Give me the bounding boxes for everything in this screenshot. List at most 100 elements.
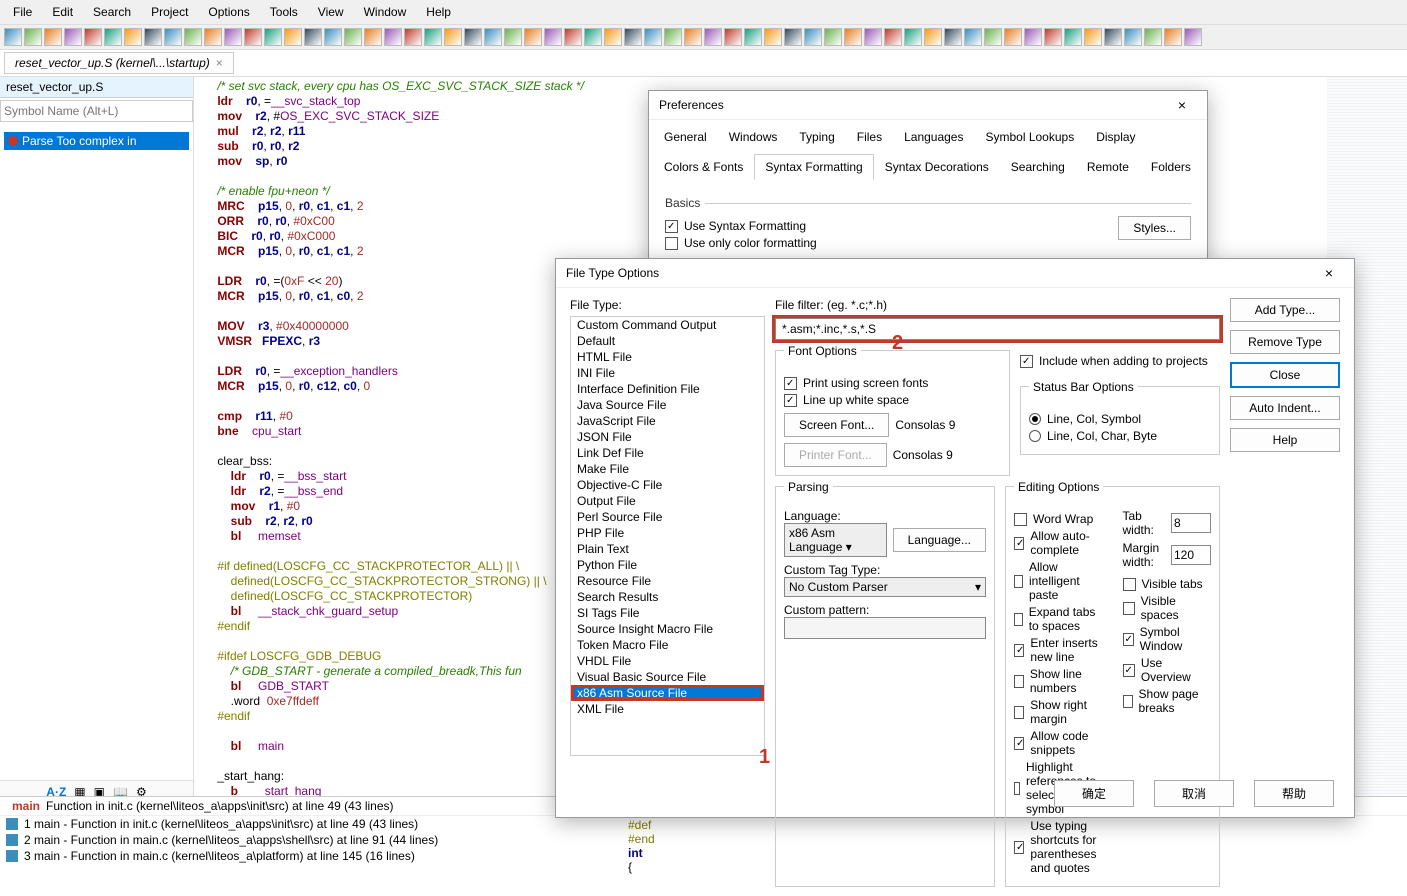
toolbar-icon[interactable] [344, 28, 362, 46]
status-radio-1[interactable] [1029, 413, 1041, 425]
toolbar-icon[interactable] [864, 28, 882, 46]
toolbar-icon[interactable] [824, 28, 842, 46]
toolbar-icon[interactable] [904, 28, 922, 46]
toolbar-icon[interactable] [704, 28, 722, 46]
toolbar-icon[interactable] [924, 28, 942, 46]
toolbar-icon[interactable] [564, 28, 582, 46]
filetype-item[interactable]: INI File [571, 365, 764, 381]
close-button[interactable]: Close [1230, 362, 1340, 388]
toolbar-icon[interactable] [784, 28, 802, 46]
toolbar-icon[interactable] [544, 28, 562, 46]
toolbar-icon[interactable] [264, 28, 282, 46]
toolbar-icon[interactable] [104, 28, 122, 46]
editopt-checkbox[interactable] [1014, 644, 1024, 657]
filetype-item[interactable]: VHDL File [571, 653, 764, 669]
toolbar-icon[interactable] [1164, 28, 1182, 46]
parse-error-item[interactable]: Parse Too complex in [4, 132, 189, 150]
toolbar-icon[interactable] [404, 28, 422, 46]
editopt-checkbox[interactable] [1123, 664, 1135, 677]
toolbar-icon[interactable] [384, 28, 402, 46]
toolbar-icon[interactable] [504, 28, 522, 46]
prefs-tab-searching[interactable]: Searching [1000, 154, 1076, 180]
toolbar-icon[interactable] [244, 28, 262, 46]
toolbar-icon[interactable] [644, 28, 662, 46]
toolbar-icon[interactable] [844, 28, 862, 46]
toolbar-icon[interactable] [664, 28, 682, 46]
filetype-item[interactable]: JSON File [571, 429, 764, 445]
filetype-item[interactable]: Search Results [571, 589, 764, 605]
menu-view[interactable]: View [309, 2, 353, 22]
filetype-item[interactable]: Output File [571, 493, 764, 509]
editopt-checkbox[interactable] [1123, 602, 1135, 615]
toolbar-icon[interactable] [124, 28, 142, 46]
menu-edit[interactable]: Edit [43, 2, 82, 22]
filetype-list[interactable]: Custom Command OutputDefaultHTML FileINI… [570, 316, 765, 756]
toolbar-icon[interactable] [164, 28, 182, 46]
toolbar-icon[interactable] [284, 28, 302, 46]
filetype-item[interactable]: Source Insight Macro File [571, 621, 764, 637]
filetype-item[interactable]: Resource File [571, 573, 764, 589]
toolbar-icon[interactable] [984, 28, 1002, 46]
menu-help[interactable]: Help [417, 2, 460, 22]
prefs-tab-syntax-formatting[interactable]: Syntax Formatting [754, 154, 873, 180]
preferences-close-icon[interactable]: × [1167, 97, 1197, 113]
status-radio-2[interactable] [1029, 430, 1041, 442]
filetype-item[interactable]: Custom Command Output [571, 317, 764, 333]
filetype-item[interactable]: Make File [571, 461, 764, 477]
toolbar-icon[interactable] [144, 28, 162, 46]
editopt-checkbox[interactable] [1123, 578, 1136, 591]
prefs-tab-folders[interactable]: Folders [1140, 154, 1202, 180]
toolbar-icon[interactable] [764, 28, 782, 46]
editopt-checkbox[interactable] [1014, 675, 1024, 688]
ftopt-close-icon[interactable]: × [1314, 265, 1344, 281]
toolbar-icon[interactable] [204, 28, 222, 46]
filetype-item[interactable]: HTML File [571, 349, 764, 365]
toolbar-icon[interactable] [884, 28, 902, 46]
menu-file[interactable]: File [4, 2, 41, 22]
language-button[interactable]: Language... [893, 528, 986, 552]
prefs-tab-languages[interactable]: Languages [893, 124, 974, 150]
toolbar-icon[interactable] [804, 28, 822, 46]
remove-type-button[interactable]: Remove Type [1230, 330, 1340, 354]
toolbar-icon[interactable] [484, 28, 502, 46]
menu-tools[interactable]: Tools [261, 2, 307, 22]
filetype-item[interactable]: Interface Definition File [571, 381, 764, 397]
menu-search[interactable]: Search [84, 2, 140, 22]
filetype-item[interactable]: Python File [571, 557, 764, 573]
custom-tag-select[interactable]: No Custom Parser ▾ [784, 577, 986, 597]
editopt-checkbox[interactable] [1123, 695, 1133, 708]
filetype-item[interactable]: x86 Asm Source File [571, 685, 764, 701]
ok-button[interactable]: 确定 [1054, 780, 1134, 807]
editopt-checkbox[interactable] [1123, 633, 1134, 646]
editopt-checkbox[interactable] [1014, 841, 1024, 854]
menu-project[interactable]: Project [142, 2, 197, 22]
toolbar-icon[interactable] [964, 28, 982, 46]
margin-input[interactable] [1171, 545, 1211, 565]
prefs-tab-symbol-lookups[interactable]: Symbol Lookups [974, 124, 1085, 150]
toolbar-icon[interactable] [444, 28, 462, 46]
toolbar-icon[interactable] [524, 28, 542, 46]
filetype-item[interactable]: Visual Basic Source File [571, 669, 764, 685]
toolbar-icon[interactable] [4, 28, 22, 46]
toolbar-icon[interactable] [424, 28, 442, 46]
toolbar-icon[interactable] [744, 28, 762, 46]
filetype-item[interactable]: Token Macro File [571, 637, 764, 653]
prefs-tab-display[interactable]: Display [1085, 124, 1146, 150]
editopt-checkbox[interactable] [1014, 737, 1024, 750]
editopt-checkbox[interactable] [1014, 613, 1023, 626]
auto-indent--button[interactable]: Auto Indent... [1230, 396, 1340, 420]
toolbar-icon[interactable] [684, 28, 702, 46]
tabwidth-input[interactable] [1171, 513, 1211, 533]
toolbar-icon[interactable] [464, 28, 482, 46]
filefilter-input[interactable] [775, 318, 1220, 340]
toolbar-icon[interactable] [324, 28, 342, 46]
filetype-item[interactable]: Perl Source File [571, 509, 764, 525]
screen-font-button[interactable]: Screen Font... [784, 413, 889, 437]
toolbar-icon[interactable] [364, 28, 382, 46]
menu-window[interactable]: Window [355, 2, 416, 22]
menu-options[interactable]: Options [199, 2, 258, 22]
filetype-item[interactable]: XML File [571, 701, 764, 717]
prefs-tab-files[interactable]: Files [846, 124, 893, 150]
help-footer-button[interactable]: 帮助 [1254, 780, 1334, 807]
symbol-filter-input[interactable] [0, 100, 193, 122]
